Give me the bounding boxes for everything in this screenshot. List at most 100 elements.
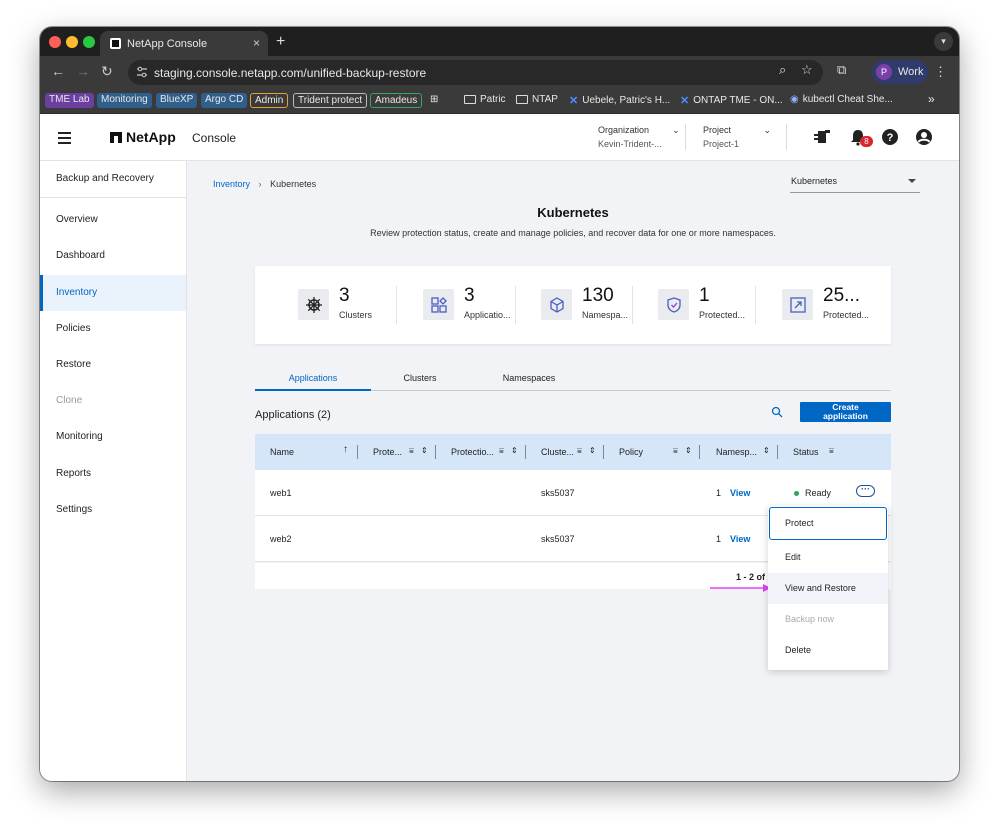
extensions-icon[interactable]: ⧉ bbox=[837, 62, 846, 78]
bookmark-folder-ntap[interactable]: NTAP bbox=[516, 94, 558, 105]
sort-icon[interactable]: ⇕ bbox=[421, 446, 428, 455]
column-header-name[interactable]: Name bbox=[270, 447, 294, 457]
stat-label: Namespa... bbox=[582, 310, 629, 320]
folder-icon bbox=[516, 95, 528, 104]
sidebar-item-monitoring[interactable]: Monitoring bbox=[40, 419, 186, 455]
help-icon[interactable]: ? bbox=[881, 128, 899, 146]
column-header-policy[interactable]: Policy bbox=[619, 447, 643, 457]
new-tab-button[interactable]: + bbox=[276, 33, 285, 51]
profile-button[interactable]: P Work bbox=[872, 60, 928, 84]
bookmark-star-icon[interactable]: ☆ bbox=[801, 62, 813, 78]
apps-grid-icon[interactable]: ⊞ bbox=[430, 94, 438, 105]
back-arrow-icon[interactable]: ← bbox=[51, 63, 65, 79]
inventory-tabs: Applications Clusters Namespaces bbox=[255, 366, 891, 391]
menu-item-edit[interactable]: Edit bbox=[768, 542, 888, 573]
hamburger-menu-icon[interactable] bbox=[58, 132, 71, 147]
tab-search-chevron-icon[interactable]: ▾ bbox=[934, 32, 953, 51]
sort-icon[interactable]: ⇕ bbox=[763, 446, 770, 455]
connector-icon[interactable] bbox=[813, 128, 831, 146]
site-settings-icon[interactable] bbox=[136, 66, 148, 78]
filter-icon[interactable]: ⩸ bbox=[829, 446, 834, 456]
more-actions-button[interactable]: ··· bbox=[856, 485, 875, 497]
tab-close-icon[interactable]: × bbox=[253, 36, 260, 50]
view-namespaces-link[interactable]: View bbox=[730, 534, 750, 544]
tab-applications[interactable]: Applications bbox=[255, 366, 371, 391]
menu-item-view-and-restore[interactable]: View and Restore bbox=[768, 573, 888, 604]
filter-icon[interactable]: ⩸ bbox=[673, 446, 678, 456]
forward-arrow-icon[interactable]: → bbox=[76, 63, 90, 79]
pagination-range: 1 - 2 of bbox=[736, 572, 766, 582]
cell-status: Ready bbox=[805, 488, 832, 498]
bookmark-amadeus[interactable]: Amadeus bbox=[370, 93, 423, 108]
close-window-button[interactable] bbox=[49, 36, 61, 48]
sort-icon[interactable]: ⇕ bbox=[511, 446, 518, 455]
bookmark-trident-protect[interactable]: Trident protect bbox=[293, 93, 368, 108]
applications-heading: Applications (2) bbox=[255, 409, 331, 421]
create-application-button[interactable]: Create application bbox=[800, 402, 891, 422]
address-bar[interactable]: staging.console.netapp.com/unified-backu… bbox=[128, 60, 823, 85]
sort-ascending-icon[interactable]: ↑ bbox=[343, 444, 348, 455]
bookmark-argo-cd[interactable]: Argo CD bbox=[201, 93, 248, 108]
bookmark-folder-patric[interactable]: Patric bbox=[464, 94, 506, 105]
user-account-icon[interactable] bbox=[915, 128, 933, 146]
sidebar: Backup and Recovery Overview Dashboard I… bbox=[40, 161, 187, 781]
bookmark-label: ONTAP TME - ON... bbox=[693, 95, 783, 106]
organization-selector[interactable]: Organization Kevin-Trident-... ⌄ bbox=[598, 123, 680, 151]
column-header-protection-health[interactable]: Protectio... bbox=[451, 447, 494, 457]
column-divider bbox=[603, 445, 604, 459]
sort-icon[interactable]: ⇕ bbox=[589, 446, 596, 455]
search-icon[interactable] bbox=[771, 406, 783, 418]
browser-menu-icon[interactable]: ⋮ bbox=[934, 64, 947, 80]
sidebar-item-inventory[interactable]: Inventory bbox=[40, 275, 186, 311]
cell-name: web1 bbox=[270, 488, 292, 498]
bookmark-tme-lab[interactable]: TME Lab bbox=[45, 93, 94, 108]
stat-divider bbox=[515, 286, 516, 324]
bookmark-bluexp[interactable]: BlueXP bbox=[156, 93, 198, 108]
sidebar-item-dashboard[interactable]: Dashboard bbox=[40, 238, 186, 274]
project-selector[interactable]: Project Project-1 ⌄ bbox=[703, 123, 771, 151]
filter-icon[interactable]: ⩸ bbox=[499, 446, 504, 456]
tab-clusters[interactable]: Clusters bbox=[371, 366, 469, 391]
cell-cluster: sks5037 bbox=[541, 534, 575, 544]
stat-value: 130 bbox=[582, 285, 614, 306]
bookmark-ontap-tme[interactable]: ✕ ONTAP TME - ON... bbox=[680, 94, 783, 107]
sidebar-item-settings[interactable]: Settings bbox=[40, 492, 186, 528]
sidebar-item-restore[interactable]: Restore bbox=[40, 347, 186, 383]
column-header-status[interactable]: Status bbox=[793, 447, 819, 457]
header-divider bbox=[685, 124, 686, 150]
column-header-cluster[interactable]: Cluste... bbox=[541, 447, 574, 457]
bookmark-admin[interactable]: Admin bbox=[250, 93, 289, 108]
more-bookmarks-icon[interactable]: » bbox=[928, 92, 935, 106]
menu-item-protect[interactable]: Protect bbox=[769, 507, 887, 540]
bookmark-uebele[interactable]: ✕ Uebele, Patric's H... bbox=[569, 94, 670, 107]
netapp-logo[interactable]: NetApp bbox=[110, 129, 176, 145]
confluence-icon: ✕ bbox=[680, 95, 690, 107]
sort-icon[interactable]: ⇕ bbox=[685, 446, 692, 455]
tab-strip: NetApp Console × + ▾ bbox=[40, 27, 959, 56]
filter-icon[interactable]: ⩸ bbox=[409, 446, 414, 456]
shield-icon bbox=[658, 289, 689, 320]
maximize-window-button[interactable] bbox=[83, 36, 95, 48]
view-namespaces-link[interactable]: View bbox=[730, 488, 750, 498]
stat-label: Protected... bbox=[699, 310, 746, 320]
column-header-protection-status[interactable]: Prote... bbox=[373, 447, 402, 457]
breadcrumb-inventory-link[interactable]: Inventory bbox=[213, 179, 250, 189]
filter-icon[interactable]: ⩸ bbox=[577, 446, 582, 456]
stat-label: Protected... bbox=[823, 310, 870, 320]
minimize-window-button[interactable] bbox=[66, 36, 78, 48]
bookmark-monitoring[interactable]: Monitoring bbox=[97, 93, 152, 108]
tab-namespaces[interactable]: Namespaces bbox=[469, 366, 589, 391]
column-divider bbox=[525, 445, 526, 459]
sidebar-item-policies[interactable]: Policies bbox=[40, 311, 186, 347]
svg-text:?: ? bbox=[887, 132, 894, 144]
globe-icon: ◉ bbox=[790, 94, 799, 105]
sidebar-item-reports[interactable]: Reports bbox=[40, 456, 186, 492]
bookmark-kubectl[interactable]: ◉ kubectl Cheat She... bbox=[790, 94, 893, 105]
zoom-icon[interactable]: ⌕ bbox=[779, 62, 786, 78]
annotation-arrow-icon bbox=[710, 584, 771, 592]
menu-item-delete[interactable]: Delete bbox=[768, 635, 888, 666]
workload-type-select[interactable]: Kubernetes bbox=[790, 173, 920, 193]
column-header-namespaces[interactable]: Namesp... bbox=[716, 447, 757, 457]
reload-icon[interactable]: ↻ bbox=[101, 63, 113, 80]
browser-tab[interactable]: NetApp Console × bbox=[100, 31, 268, 56]
